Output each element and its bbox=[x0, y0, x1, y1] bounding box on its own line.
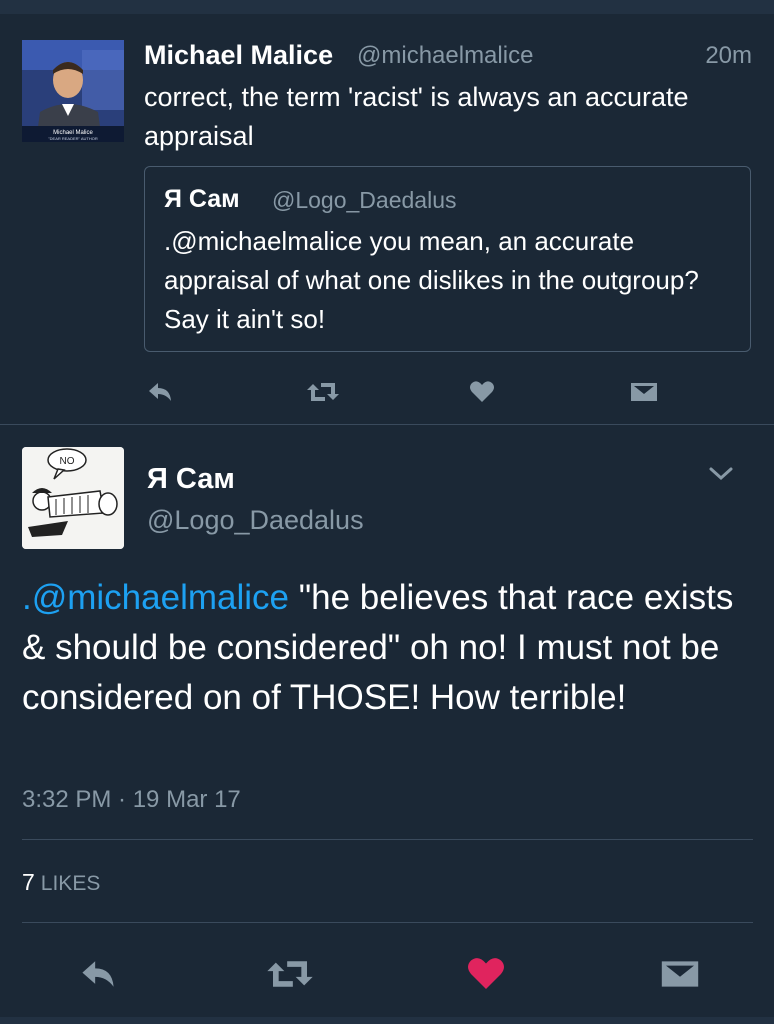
likes-count[interactable]: 7 LIKES bbox=[22, 869, 100, 896]
retweet-button[interactable] bbox=[264, 955, 316, 993]
likes-label: LIKES bbox=[40, 872, 101, 895]
dm-button[interactable] bbox=[656, 955, 704, 993]
quoted-author-name: Я Сам bbox=[164, 185, 240, 213]
mention-link[interactable]: .@michaelmalice bbox=[22, 578, 289, 617]
like-button[interactable] bbox=[464, 955, 508, 993]
reply-icon bbox=[149, 383, 171, 401]
author-name[interactable]: Michael Malice bbox=[144, 40, 333, 71]
tweet-time: 20m bbox=[705, 42, 752, 69]
tweet-text: correct, the term 'racist' is always an … bbox=[144, 82, 689, 151]
quoted-author-handle: @Logo_Daedalus bbox=[272, 187, 457, 213]
like-button[interactable] bbox=[466, 376, 498, 408]
retweet-icon bbox=[267, 961, 313, 987]
envelope-icon bbox=[661, 961, 699, 987]
reply-button[interactable] bbox=[144, 376, 176, 408]
tweet-actions bbox=[0, 372, 774, 416]
divider bbox=[22, 922, 753, 923]
tweet-michael-malice[interactable]: Michael Malice "DEAR READER" AUTHOR Mich… bbox=[0, 14, 774, 425]
svg-text:"DEAR READER" AUTHOR: "DEAR READER" AUTHOR bbox=[48, 136, 98, 141]
divider bbox=[22, 839, 753, 840]
navigation-bar bbox=[0, 1017, 774, 1024]
author-name[interactable]: Я Сам bbox=[147, 463, 235, 496]
retweet-button[interactable] bbox=[305, 376, 341, 408]
tweet-timestamp: 3:32 PM · 19 Mar 17 bbox=[22, 786, 241, 813]
avatar[interactable]: Michael Malice "DEAR READER" AUTHOR bbox=[22, 40, 124, 142]
more-options-button[interactable] bbox=[706, 463, 736, 488]
retweet-icon bbox=[307, 383, 339, 401]
dm-button[interactable] bbox=[626, 376, 662, 408]
reply-button[interactable] bbox=[74, 955, 122, 993]
chevron-down-icon bbox=[709, 467, 733, 481]
author-handle[interactable]: @Logo_Daedalus bbox=[147, 505, 364, 536]
tweet-actions bbox=[0, 945, 774, 995]
quoted-tweet-text: .@michaelmalice you mean, an accurate ap… bbox=[164, 226, 699, 334]
envelope-icon bbox=[631, 383, 657, 401]
quoted-tweet[interactable]: Я Сам @Logo_Daedalus .@michaelmalice you… bbox=[144, 166, 751, 352]
avatar[interactable]: NO bbox=[22, 447, 124, 549]
svg-text:NO: NO bbox=[60, 456, 75, 467]
tweet-logo-daedalus[interactable]: NO Я Сам @Logo_Daedalus .@michaelmalice … bbox=[0, 425, 774, 1024]
reply-icon bbox=[82, 961, 114, 987]
heart-icon bbox=[470, 381, 494, 402]
author-handle[interactable]: @michaelmalice bbox=[357, 42, 533, 70]
status-bar bbox=[0, 0, 774, 14]
heart-icon bbox=[468, 958, 504, 989]
likes-number: 7 bbox=[22, 869, 35, 895]
tweet-text: .@michaelmalice "he believes that race e… bbox=[22, 573, 762, 723]
